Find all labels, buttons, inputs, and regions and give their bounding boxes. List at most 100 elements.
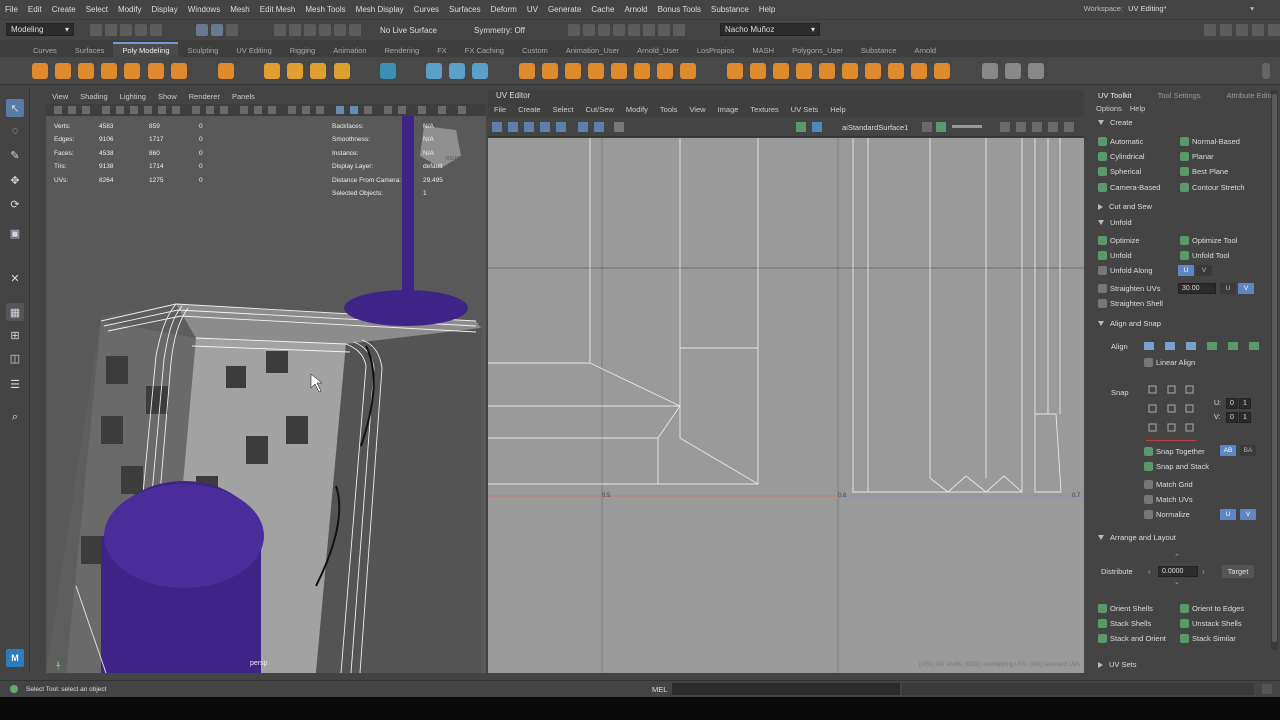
extrude-icon[interactable] (519, 63, 535, 79)
snap-together-button[interactable]: Snap Together (1144, 447, 1205, 456)
linear-align-button[interactable]: Linear Align (1144, 358, 1195, 367)
section-unfold[interactable]: Unfold (1098, 218, 1132, 227)
slide-edge-icon[interactable] (773, 63, 789, 79)
menu-mesh[interactable]: Mesh (225, 5, 255, 14)
section-uv-sets[interactable]: UV Sets (1098, 660, 1137, 669)
match-uvs-button[interactable]: Match UVs (1144, 495, 1193, 504)
uv-menu-modify[interactable]: Modify (620, 103, 654, 116)
separate-icon[interactable] (449, 63, 465, 79)
optimize-button[interactable]: Optimize (1098, 236, 1140, 245)
toolkit-options-menu[interactable]: Options (1092, 103, 1126, 114)
smooth-icon[interactable] (472, 63, 488, 79)
normalize-u-toggle[interactable]: U (1220, 509, 1236, 520)
shelf-scroll-icon[interactable] (1262, 63, 1270, 79)
shelf-tab-mash[interactable]: MASH (743, 44, 783, 57)
manipulator-tool-icon[interactable]: ✕ (6, 269, 24, 287)
menu-generate[interactable]: Generate (543, 5, 586, 14)
svg-icon[interactable] (334, 63, 350, 79)
contour-stretch-button[interactable]: Contour Stretch (1180, 183, 1245, 192)
redo-icon[interactable] (150, 24, 162, 36)
viewport-menu-shading[interactable]: Shading (74, 90, 114, 104)
camera-based-button[interactable]: Camera-Based (1098, 183, 1160, 192)
straighten-uvs-button[interactable]: Straighten UVs (1098, 284, 1160, 293)
poly-torus-icon[interactable] (124, 63, 140, 79)
shelf-tab-surfaces[interactable]: Surfaces (66, 44, 114, 57)
uv-menu-textures[interactable]: Textures (744, 103, 784, 116)
type-text-icon[interactable] (310, 63, 326, 79)
toolkit-scrollbar[interactable] (1271, 90, 1278, 650)
chevron-up-icon[interactable]: ⌃ (1174, 553, 1180, 561)
chevron-left-icon[interactable]: ‹ (1148, 567, 1151, 576)
save-scene-icon[interactable] (120, 24, 132, 36)
lasso-tool-icon[interactable]: ◌ (6, 122, 24, 140)
stack-and-orient-button[interactable]: Stack and Orient (1098, 634, 1166, 643)
side-by-side-icon[interactable]: ◫ (6, 349, 24, 367)
tab-uv-toolkit[interactable]: UV Toolkit (1092, 90, 1138, 102)
chevron-down-icon[interactable]: ⌄ (1174, 578, 1180, 586)
snap-grid-icon[interactable] (274, 24, 286, 36)
render-frame-icon[interactable] (568, 24, 580, 36)
shelf-tab-rendering[interactable]: Rendering (376, 44, 429, 57)
section-arrange-and-layout[interactable]: Arrange and Layout (1098, 533, 1176, 542)
sweep-mesh-icon[interactable] (287, 63, 303, 79)
menu-create[interactable]: Create (47, 5, 81, 14)
shelf-tab-fx[interactable]: FX (428, 44, 456, 57)
make-live-icon[interactable] (796, 63, 812, 79)
scale-tool-icon[interactable]: ▣ (6, 224, 24, 242)
poly-plane-icon[interactable] (148, 63, 164, 79)
shelf-tab-fx-caching[interactable]: FX Caching (456, 44, 513, 57)
viewport-menu-renderer[interactable]: Renderer (183, 90, 226, 104)
uv-menu-select[interactable]: Select (547, 103, 580, 116)
target-weld-icon[interactable] (657, 63, 673, 79)
menu-substance[interactable]: Substance (706, 5, 754, 14)
uv-menu-tools[interactable]: Tools (654, 103, 684, 116)
snap-grid-icons[interactable] (1148, 384, 1198, 434)
snap-and-stack-button[interactable]: Snap and Stack (1144, 462, 1209, 471)
shelf-tab-curves[interactable]: Curves (24, 44, 66, 57)
menu-edit[interactable]: Edit (23, 5, 47, 14)
unlock-normals-icon[interactable] (911, 63, 927, 79)
shelf-tab-substance[interactable]: Substance (852, 44, 905, 57)
menu-uv[interactable]: UV (522, 5, 543, 14)
snap-v-field[interactable]: 0 (1226, 412, 1238, 423)
menu-cache[interactable]: Cache (586, 5, 619, 14)
poly-sphere-icon[interactable] (32, 63, 48, 79)
snap-magnet-icon[interactable] (349, 24, 361, 36)
crease-icon[interactable] (888, 63, 904, 79)
uv-menu-file[interactable]: File (488, 103, 512, 116)
menu-bonus-tools[interactable]: Bonus Tools (653, 5, 706, 14)
shelf-tab-animation-user[interactable]: Animation_User (557, 44, 628, 57)
normalize-v-toggle[interactable]: V (1240, 509, 1256, 520)
target-button[interactable]: Target (1222, 565, 1254, 578)
match-grid-button[interactable]: Match Grid (1144, 480, 1193, 489)
workspace-selector[interactable]: Workspace: UV Editing* ▾ (1084, 4, 1254, 13)
distribute-field[interactable]: 0.0000 (1158, 566, 1198, 577)
uv-image-icons[interactable] (922, 121, 1082, 133)
outliner-layout-icon[interactable]: ☰ (6, 375, 24, 393)
viewport-menu-panels[interactable]: Panels (226, 90, 261, 104)
viewport-persp[interactable]: View Shading Lighting Show Renderer Pane… (46, 90, 486, 673)
snap-v-field[interactable]: 1 (1239, 412, 1251, 423)
toolkit-help-menu[interactable]: Help (1126, 103, 1149, 114)
uv-menu-view[interactable]: View (683, 103, 711, 116)
mode-dropdown[interactable]: Modeling ▾ (6, 23, 74, 36)
menu-modify[interactable]: Modify (113, 5, 147, 14)
append-polygon-icon[interactable] (588, 63, 604, 79)
conform-icon[interactable] (865, 63, 881, 79)
shelf-tab-custom[interactable]: Custom (513, 44, 557, 57)
platonic-solid-icon[interactable] (218, 63, 234, 79)
select-hierarchy-icon[interactable] (196, 24, 208, 36)
shelf-tab-uv-editing[interactable]: UV Editing (227, 44, 280, 57)
viewport-menu-show[interactable]: Show (152, 90, 183, 104)
snap-u-field[interactable]: 0 (1226, 398, 1238, 409)
tab-tool-settings[interactable]: Tool Settings (1152, 90, 1207, 102)
straighten-angle-field[interactable]: 30.00 (1178, 283, 1216, 294)
channel-box-icon[interactable] (1268, 24, 1280, 36)
uv-material-label[interactable]: aiStandardSurface1 (842, 123, 908, 132)
uv-menu-help[interactable]: Help (824, 103, 851, 116)
poly-cube-icon[interactable] (55, 63, 71, 79)
tool-settings-icon[interactable] (1252, 24, 1264, 36)
shelf-tab-arnold[interactable]: Arnold (905, 44, 945, 57)
normalize-button[interactable]: Normalize (1144, 510, 1190, 519)
select-object-icon[interactable] (211, 24, 223, 36)
